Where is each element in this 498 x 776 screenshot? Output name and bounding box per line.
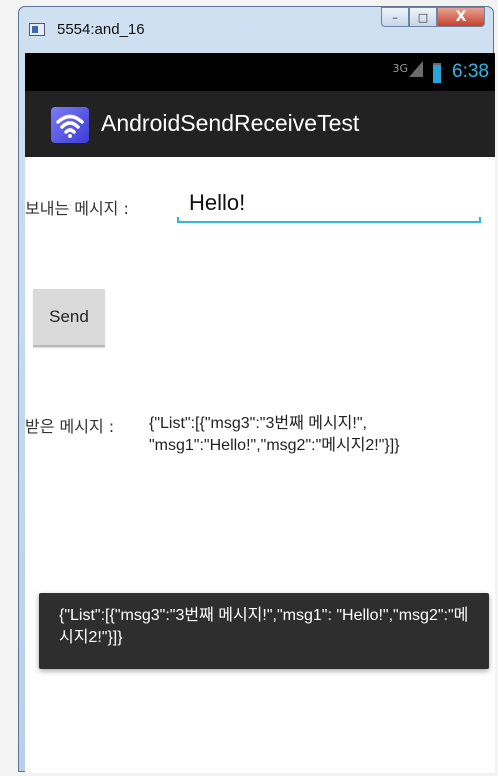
received-message: {"List":[{"msg3":"3번째 메시지!", "msg1":"Hel… [149, 415, 400, 454]
message-label: 보내는 메시지 : [25, 199, 129, 218]
android-screen: 3G 6:38 AndroidSendReceiveTest 보내는 메시지 :… [25, 53, 495, 773]
window-controls: – □ X [381, 7, 485, 29]
window-title: 5554:and_16 [57, 21, 145, 38]
received-label: 받은 메시지 : [25, 417, 115, 436]
battery-icon [433, 63, 441, 83]
close-button[interactable]: X [437, 7, 485, 27]
message-input[interactable] [177, 187, 479, 219]
status-bar: 3G 6:38 [25, 53, 495, 91]
network-type: 3G [392, 62, 408, 75]
window-titlebar[interactable]: 5554:and_16 – □ X [19, 7, 493, 53]
input-underline [177, 217, 481, 223]
signal-icon: 3G [392, 61, 423, 77]
send-button[interactable]: Send [33, 289, 105, 347]
emulator-window: 5554:and_16 – □ X 3G 6:38 AndroidSendRec… [18, 6, 495, 773]
minimize-button[interactable]: – [381, 7, 409, 27]
action-bar: AndroidSendReceiveTest [25, 91, 495, 157]
emulator-app-icon [29, 23, 45, 36]
wifi-icon [51, 107, 89, 143]
app-title: AndroidSendReceiveTest [101, 110, 360, 136]
status-time: 6:38 [452, 61, 489, 82]
maximize-button[interactable]: □ [409, 7, 437, 27]
toast-message: {"List":[{"msg3":"3번째 메시지!","msg1": "Hel… [39, 593, 489, 669]
